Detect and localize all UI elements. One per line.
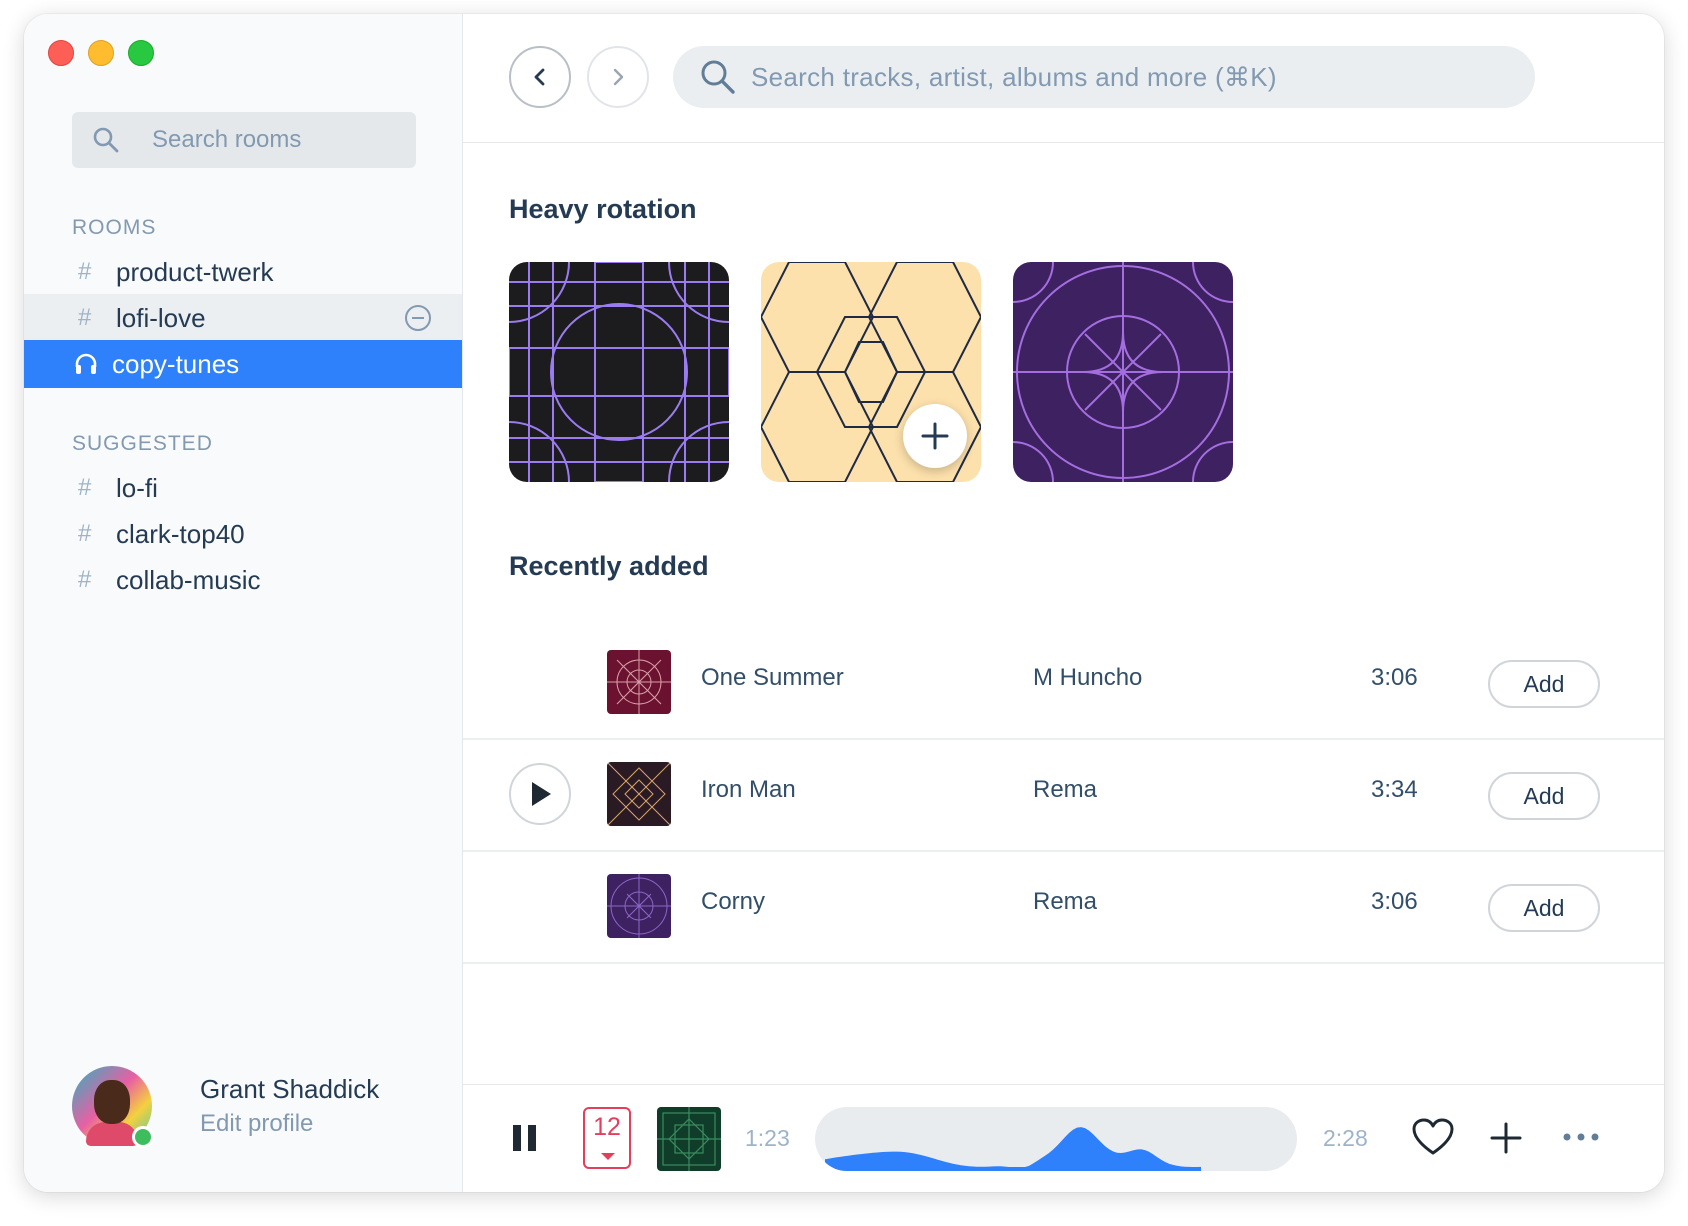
current-time: 1:23 <box>745 1125 790 1151</box>
hash-icon: # <box>78 520 92 547</box>
app-window: ROOMS # product-twerk # lofi-love copy-t… <box>24 14 1664 1192</box>
headphones-icon <box>74 352 112 376</box>
album-card-purple-circle[interactable] <box>1013 262 1233 482</box>
room-label: lo-fi <box>116 472 158 503</box>
back-button[interactable] <box>509 46 571 108</box>
plus-icon <box>921 422 949 450</box>
chevron-right-icon <box>613 68 624 86</box>
track-title: Iron Man <box>701 776 796 803</box>
suggested-item-clark-top40[interactable]: # clark-top40 <box>24 510 462 558</box>
track-art-thumbnail <box>607 762 671 826</box>
edit-profile-link[interactable]: Edit profile <box>200 1110 313 1138</box>
suggested-item-collab-music[interactable]: # collab-music <box>24 556 462 604</box>
album-card-hexagon[interactable] <box>761 262 981 482</box>
total-time: 2:28 <box>1323 1125 1368 1151</box>
track-art-thumbnail <box>607 650 671 714</box>
hash-icon: # <box>78 474 92 501</box>
heavy-rotation-heading: Heavy rotation <box>509 194 697 224</box>
add-to-queue-button[interactable] <box>903 404 967 468</box>
heart-icon[interactable] <box>1411 1117 1455 1157</box>
track-duration: 3:06 <box>1371 664 1418 691</box>
rooms-section-label: ROOMS <box>72 216 157 239</box>
add-track-button[interactable]: Add <box>1488 884 1600 932</box>
room-label: copy-tunes <box>112 348 240 379</box>
track-duration: 3:06 <box>1371 888 1418 915</box>
track-artist[interactable]: Rema <box>1033 776 1097 804</box>
now-playing-art[interactable] <box>657 1107 721 1171</box>
global-search-box[interactable] <box>673 46 1535 108</box>
play-icon <box>532 782 551 806</box>
online-status-dot <box>132 1126 154 1148</box>
track-artist[interactable]: M Huncho <box>1033 664 1142 692</box>
leave-room-icon[interactable] <box>404 304 432 332</box>
pause-icon[interactable] <box>511 1123 539 1153</box>
calendar-number: 12 <box>593 1113 621 1141</box>
album-art-dark-grid <box>509 262 729 482</box>
track-artist[interactable]: Rema <box>1033 888 1097 916</box>
track-row[interactable]: Corny Rema 3:06 Add <box>463 850 1664 964</box>
caret-down-icon <box>601 1153 615 1160</box>
room-label: collab-music <box>116 564 261 595</box>
plus-icon[interactable] <box>1489 1121 1523 1155</box>
room-label: clark-top40 <box>116 518 245 549</box>
track-title: One Summer <box>701 664 844 691</box>
play-track-button[interactable] <box>509 763 571 825</box>
track-duration: 3:34 <box>1371 776 1418 803</box>
search-icon <box>701 60 735 94</box>
window-minimize-button[interactable] <box>88 40 114 66</box>
forward-button[interactable] <box>587 46 649 108</box>
add-track-button[interactable]: Add <box>1488 660 1600 708</box>
suggested-item-lo-fi[interactable]: # lo-fi <box>24 464 462 512</box>
waveform-progress <box>825 1127 1201 1171</box>
room-label: product-twerk <box>116 256 274 287</box>
window-close-button[interactable] <box>48 40 74 66</box>
more-options-icon[interactable] <box>1561 1131 1601 1143</box>
track-row[interactable]: Iron Man Rema 3:34 Add <box>463 738 1664 852</box>
player-bar: 12 1:23 2:28 <box>463 1084 1664 1192</box>
window-zoom-button[interactable] <box>128 40 154 66</box>
hash-icon: # <box>78 566 92 593</box>
global-search-input[interactable] <box>751 46 1511 108</box>
room-item-copy-tunes[interactable]: copy-tunes <box>24 340 462 388</box>
album-art-purple-circle <box>1013 262 1233 482</box>
profile-name: Grant Shaddick <box>200 1074 380 1104</box>
album-card-dark-grid[interactable] <box>509 262 729 482</box>
search-icon <box>93 127 119 153</box>
calendar-badge[interactable]: 12 <box>583 1107 631 1169</box>
recently-added-heading: Recently added <box>509 551 709 581</box>
room-search-box[interactable] <box>72 112 416 168</box>
top-bar <box>463 14 1664 143</box>
suggested-section-label: SUGGESTED <box>72 432 213 455</box>
room-item-product-twerk[interactable]: # product-twerk <box>24 248 462 296</box>
waveform-scrubber[interactable] <box>815 1107 1297 1171</box>
sidebar: ROOMS # product-twerk # lofi-love copy-t… <box>24 14 463 1192</box>
track-title: Corny <box>701 888 766 915</box>
track-row[interactable]: One Summer M Huncho 3:06 Add <box>463 626 1664 740</box>
room-label: lofi-love <box>116 302 206 333</box>
room-search-input[interactable] <box>152 112 402 168</box>
add-track-button[interactable]: Add <box>1488 772 1600 820</box>
track-art-thumbnail <box>607 874 671 938</box>
main-content: Heavy rotation <box>463 14 1664 1192</box>
chevron-left-icon <box>534 68 545 86</box>
room-item-lofi-love[interactable]: # lofi-love <box>24 294 462 342</box>
hash-icon: # <box>78 258 92 285</box>
hash-icon: # <box>78 304 92 331</box>
